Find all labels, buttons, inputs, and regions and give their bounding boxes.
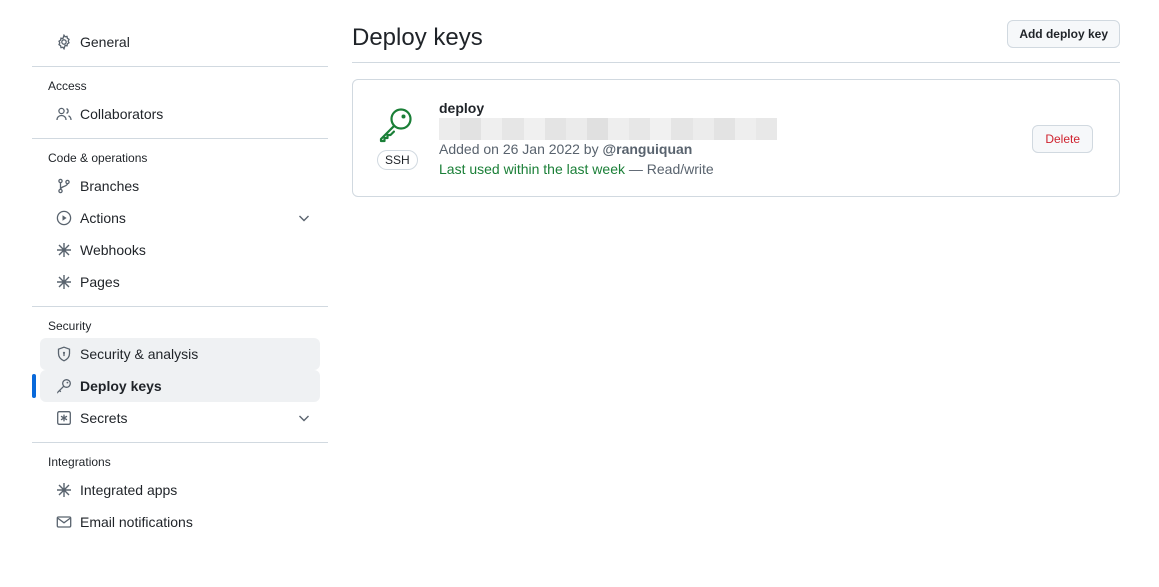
- sidebar-item-label: Branches: [80, 178, 140, 194]
- key-icon: [377, 106, 415, 144]
- key-added-info: Added on 26 Jan 2022 by @ranguiquan: [439, 141, 777, 157]
- mail-icon: [56, 514, 72, 530]
- sidebar-item-collaborators[interactable]: Collaborators: [40, 98, 320, 130]
- key-title: deploy: [439, 100, 485, 116]
- key-details: deploy Added on 26 Jan 2022 by @ranguiqu…: [439, 100, 777, 177]
- divider: [32, 138, 328, 139]
- secret-asterisk-icon: [56, 410, 72, 426]
- sidebar-item-label: General: [80, 34, 130, 50]
- chevron-down-icon[interactable]: [296, 410, 312, 426]
- shield-icon: [56, 346, 72, 362]
- sidebar-item-branches[interactable]: Branches: [40, 170, 320, 202]
- apps-icon: [56, 482, 72, 498]
- sidebar-item-label: Collaborators: [80, 106, 164, 122]
- chevron-down-icon[interactable]: [296, 210, 312, 226]
- sidebar-item-label: Integrated apps: [80, 482, 178, 498]
- group-label-code: Code & operations: [48, 151, 148, 165]
- key-fingerprint-redacted: [439, 118, 777, 140]
- sidebar-item-security-analysis[interactable]: Security & analysis: [40, 338, 320, 370]
- sidebar-item-label: Actions: [80, 210, 126, 226]
- key-type-badge: SSH: [377, 150, 418, 170]
- sidebar-item-general[interactable]: General: [40, 26, 320, 58]
- sidebar-item-actions[interactable]: Actions: [40, 202, 320, 234]
- branch-icon: [56, 178, 72, 194]
- deploy-keys-panel: Deploy keys Add deploy key SSH deploy Ad…: [352, 20, 1120, 197]
- key-added-user[interactable]: @ranguiquan: [602, 141, 692, 157]
- settings-sidebar: General Access Collaborators Code & oper…: [32, 24, 328, 538]
- key-access-level: — Read/write: [625, 161, 714, 177]
- sidebar-item-email-notifications[interactable]: Email notifications: [40, 506, 320, 538]
- sidebar-item-label: Deploy keys: [80, 378, 162, 394]
- sidebar-item-deploy-keys[interactable]: Deploy keys: [32, 370, 320, 402]
- delete-key-button[interactable]: Delete: [1032, 125, 1093, 153]
- key-usage-info: Last used within the last week — Read/wr…: [439, 161, 777, 177]
- key-icon: [56, 378, 72, 394]
- sidebar-item-label: Email notifications: [80, 514, 193, 530]
- gear-icon: [56, 34, 72, 50]
- play-circle-icon: [56, 210, 72, 226]
- deploy-key-item: SSH deploy Added on 26 Jan 2022 by @rang…: [352, 79, 1120, 197]
- webhook-icon: [56, 242, 72, 258]
- add-deploy-key-button[interactable]: Add deploy key: [1007, 20, 1120, 48]
- sidebar-item-integrated-apps[interactable]: Integrated apps: [40, 474, 320, 506]
- divider: [32, 306, 328, 307]
- divider: [32, 66, 328, 67]
- sidebar-item-label: Pages: [80, 274, 120, 290]
- sidebar-item-label: Security & analysis: [80, 346, 199, 362]
- divider: [32, 442, 328, 443]
- sidebar-item-webhooks[interactable]: Webhooks: [40, 234, 320, 266]
- pages-icon: [56, 274, 72, 290]
- key-last-used: Last used within the last week: [439, 161, 625, 177]
- sidebar-item-label: Webhooks: [80, 242, 146, 258]
- page-title: Deploy keys: [352, 24, 483, 51]
- sidebar-item-secrets[interactable]: Secrets: [40, 402, 320, 434]
- group-label-access: Access: [48, 79, 87, 93]
- sidebar-item-pages[interactable]: Pages: [40, 266, 320, 298]
- key-added-text: Added on 26 Jan 2022 by: [439, 141, 603, 157]
- sidebar-item-label: Secrets: [80, 410, 128, 426]
- group-label-integrations: Integrations: [48, 455, 111, 469]
- people-icon: [56, 106, 72, 122]
- page-header: Deploy keys Add deploy key: [352, 20, 1120, 63]
- group-label-security: Security: [48, 319, 92, 333]
